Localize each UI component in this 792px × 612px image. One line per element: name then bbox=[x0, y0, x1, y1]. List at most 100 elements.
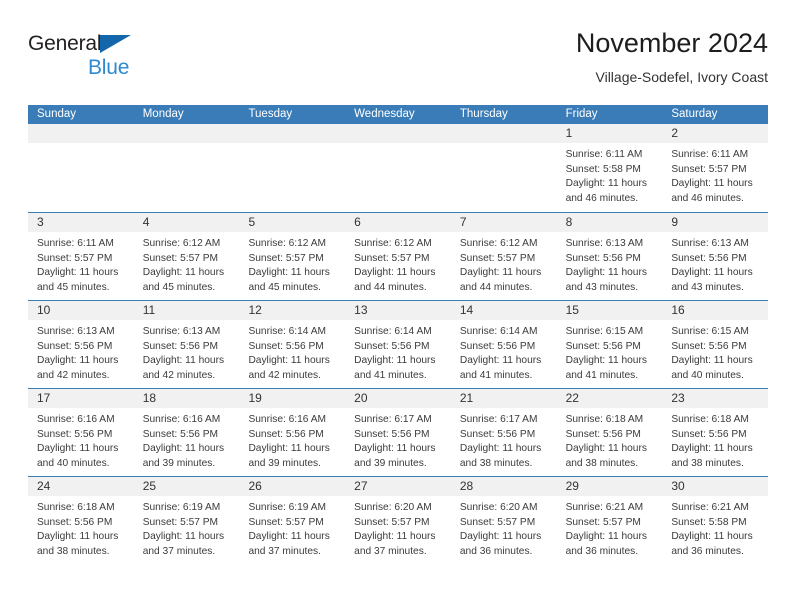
day-number-band: 3 bbox=[28, 213, 134, 232]
day-number-band bbox=[239, 124, 346, 143]
weekday-header-wednesday: Wednesday bbox=[354, 108, 415, 120]
day-number-band: 15 bbox=[556, 301, 663, 320]
calendar-day-cell[interactable]: 9 Sunrise: 6:13 AM Sunset: 5:56 PM Daylight… bbox=[662, 213, 769, 300]
calendar-day-cell[interactable]: 25 Sunrise: 6:19 AM Sunset: 5:57 PM Dayligh… bbox=[133, 477, 240, 564]
sunrise-text: Sunrise: 6:18 AM bbox=[565, 414, 644, 425]
calendar-week-row: 24 Sunrise: 6:18 AM Sunset: 5:56 PM Dayligh… bbox=[28, 476, 769, 564]
calendar-day-cell[interactable]: 16 Sunrise: 6:15 AM Sunset: 5:56 PM Dayligh… bbox=[662, 301, 769, 388]
sunrise-text: Sunrise: 6:13 AM bbox=[671, 238, 749, 249]
calendar-day-cell[interactable]: 17 Sunrise: 6:16 AM Sunset: 5:56 PM Dayligh… bbox=[28, 389, 134, 476]
sunset-text: Sunset: 5:57 PM bbox=[248, 516, 324, 528]
day-number-band: 5 bbox=[239, 213, 346, 232]
calendar-day-cell[interactable]: 1 Sunrise: 6:11 AM Sunset: 5:58 PM Daylight… bbox=[556, 124, 663, 212]
weekday-header-saturday: Saturday bbox=[671, 108, 718, 120]
day-number-band: 26 bbox=[239, 477, 346, 496]
day-number: 24 bbox=[37, 479, 51, 493]
daylight-text: Daylight: 11 hours and 37 minutes. bbox=[248, 531, 330, 557]
calendar-day-cell[interactable]: 12 Sunrise: 6:14 AM Sunset: 5:56 PM Dayligh… bbox=[239, 301, 346, 388]
sunrise-text: Sunrise: 6:15 AM bbox=[671, 326, 749, 337]
calendar-weeks: 1 Sunrise: 6:11 AM Sunset: 5:58 PM Daylight… bbox=[28, 124, 769, 564]
calendar-day-cell[interactable]: 3 Sunrise: 6:11 AM Sunset: 5:57 PM Daylight… bbox=[28, 213, 134, 300]
sunset-text: Sunset: 5:58 PM bbox=[671, 516, 747, 528]
day-number: 7 bbox=[459, 215, 467, 229]
calendar-day-cell[interactable]: 22 Sunrise: 6:18 AM Sunset: 5:56 PM Dayligh… bbox=[556, 389, 663, 476]
weekday-header-tuesday: Tuesday bbox=[248, 108, 293, 120]
sunrise-text: Sunrise: 6:20 AM bbox=[459, 502, 538, 513]
calendar-day-cell-empty bbox=[345, 124, 451, 212]
sunrise-text: Sunrise: 6:12 AM bbox=[354, 238, 432, 249]
daylight-text: Daylight: 11 hours and 45 minutes. bbox=[37, 267, 119, 293]
sunset-text: Sunset: 5:58 PM bbox=[565, 163, 641, 175]
day-sun-info: Sunrise: 6:18 AM Sunset: 5:56 PM Daylight:… bbox=[662, 408, 768, 471]
weekday-header-sunday: Sunday bbox=[37, 108, 77, 120]
sunrise-text: Sunrise: 6:12 AM bbox=[459, 238, 538, 249]
calendar-day-cell[interactable]: 18 Sunrise: 6:16 AM Sunset: 5:56 PM Dayligh… bbox=[133, 389, 240, 476]
calendar-week-row: 10 Sunrise: 6:13 AM Sunset: 5:56 PM Dayligh… bbox=[28, 300, 769, 388]
calendar-day-cell[interactable]: 13 Sunrise: 6:14 AM Sunset: 5:56 PM Dayligh… bbox=[345, 301, 451, 388]
day-sun-info: Sunrise: 6:19 AM Sunset: 5:57 PM Daylight:… bbox=[239, 496, 345, 559]
calendar-week-row: 3 Sunrise: 6:11 AM Sunset: 5:57 PM Daylight… bbox=[28, 212, 769, 300]
calendar-day-cell[interactable]: 23 Sunrise: 6:18 AM Sunset: 5:56 PM Dayligh… bbox=[662, 389, 769, 476]
calendar-day-cell[interactable]: 24 Sunrise: 6:18 AM Sunset: 5:56 PM Dayligh… bbox=[28, 477, 134, 564]
day-number-band bbox=[450, 124, 557, 143]
calendar-day-cell[interactable]: 27 Sunrise: 6:20 AM Sunset: 5:57 PM Dayligh… bbox=[345, 477, 451, 564]
day-sun-info: Sunrise: 6:19 AM Sunset: 5:57 PM Daylight:… bbox=[134, 496, 240, 559]
day-number: 10 bbox=[37, 303, 51, 317]
calendar-day-cell[interactable]: 5 Sunrise: 6:12 AM Sunset: 5:57 PM Daylight… bbox=[239, 213, 346, 300]
calendar-day-cell[interactable]: 11 Sunrise: 6:13 AM Sunset: 5:56 PM Dayligh… bbox=[133, 301, 240, 388]
sunset-text: Sunset: 5:57 PM bbox=[142, 516, 219, 528]
sunset-text: Sunset: 5:56 PM bbox=[459, 428, 536, 440]
sunrise-text: Sunrise: 6:16 AM bbox=[142, 414, 221, 425]
sunrise-text: Sunrise: 6:11 AM bbox=[37, 238, 114, 249]
weekday-header-row: Sunday Monday Tuesday Wednesday Thursday… bbox=[28, 105, 768, 124]
sunset-text: Sunset: 5:57 PM bbox=[565, 516, 641, 528]
day-number-band: 9 bbox=[662, 213, 769, 232]
day-number-band: 28 bbox=[450, 477, 557, 496]
day-sun-info: Sunrise: 6:12 AM Sunset: 5:57 PM Daylight:… bbox=[134, 232, 240, 295]
calendar-day-cell[interactable]: 6 Sunrise: 6:12 AM Sunset: 5:57 PM Daylight… bbox=[345, 213, 451, 300]
day-sun-info: Sunrise: 6:15 AM Sunset: 5:56 PM Daylight:… bbox=[557, 320, 663, 383]
sunrise-text: Sunrise: 6:16 AM bbox=[37, 414, 115, 425]
sunrise-text: Sunrise: 6:17 AM bbox=[354, 414, 432, 425]
daylight-text: Daylight: 11 hours and 39 minutes. bbox=[142, 443, 225, 469]
calendar-day-cell-empty bbox=[450, 124, 557, 212]
sunset-text: Sunset: 5:56 PM bbox=[142, 340, 219, 352]
daylight-text: Daylight: 11 hours and 40 minutes. bbox=[671, 355, 753, 381]
sunrise-text: Sunrise: 6:14 AM bbox=[248, 326, 327, 337]
daylight-text: Daylight: 11 hours and 43 minutes. bbox=[565, 267, 647, 293]
day-number: 26 bbox=[248, 479, 262, 493]
logo-text-general: General bbox=[28, 32, 148, 55]
calendar-day-cell[interactable]: 30 Sunrise: 6:21 AM Sunset: 5:58 PM Dayligh… bbox=[662, 477, 769, 564]
sunset-text: Sunset: 5:57 PM bbox=[37, 252, 113, 264]
sunset-text: Sunset: 5:56 PM bbox=[565, 340, 641, 352]
day-number: 23 bbox=[671, 391, 685, 405]
sunrise-text: Sunrise: 6:15 AM bbox=[565, 326, 644, 337]
day-number-band: 18 bbox=[133, 389, 240, 408]
calendar-day-cell[interactable]: 14 Sunrise: 6:14 AM Sunset: 5:56 PM Dayligh… bbox=[450, 301, 557, 388]
calendar-day-cell[interactable]: 20 Sunrise: 6:17 AM Sunset: 5:56 PM Dayligh… bbox=[345, 389, 451, 476]
calendar-day-cell[interactable]: 15 Sunrise: 6:15 AM Sunset: 5:56 PM Dayligh… bbox=[556, 301, 663, 388]
calendar-day-cell[interactable]: 21 Sunrise: 6:17 AM Sunset: 5:56 PM Dayligh… bbox=[450, 389, 557, 476]
calendar-day-cell[interactable]: 28 Sunrise: 6:20 AM Sunset: 5:57 PM Dayligh… bbox=[450, 477, 557, 564]
calendar-day-cell[interactable]: 8 Sunrise: 6:13 AM Sunset: 5:56 PM Daylight… bbox=[556, 213, 663, 300]
calendar-day-cell[interactable]: 4 Sunrise: 6:12 AM Sunset: 5:57 PM Daylight… bbox=[133, 213, 240, 300]
calendar-day-cell[interactable]: 2 Sunrise: 6:11 AM Sunset: 5:57 PM Daylight… bbox=[662, 124, 769, 212]
calendar-day-cell[interactable]: 7 Sunrise: 6:12 AM Sunset: 5:57 PM Daylight… bbox=[450, 213, 557, 300]
sunrise-text: Sunrise: 6:18 AM bbox=[671, 414, 749, 425]
sunrise-text: Sunrise: 6:21 AM bbox=[671, 502, 749, 513]
day-number: 20 bbox=[354, 391, 368, 405]
day-number-band bbox=[133, 124, 240, 143]
sunset-text: Sunset: 5:57 PM bbox=[459, 516, 536, 528]
calendar-grid: Sunday Monday Tuesday Wednesday Thursday… bbox=[28, 105, 769, 564]
day-number-band: 8 bbox=[556, 213, 663, 232]
day-number-band: 1 bbox=[556, 124, 663, 143]
calendar-day-cell[interactable]: 19 Sunrise: 6:16 AM Sunset: 5:56 PM Dayligh… bbox=[239, 389, 346, 476]
generalblue-logo[interactable]: General Blue bbox=[28, 32, 148, 79]
day-sun-info: Sunrise: 6:13 AM Sunset: 5:56 PM Daylight:… bbox=[662, 232, 768, 295]
calendar-day-cell[interactable]: 29 Sunrise: 6:21 AM Sunset: 5:57 PM Dayligh… bbox=[556, 477, 663, 564]
day-number: 14 bbox=[459, 303, 474, 317]
daylight-text: Daylight: 11 hours and 38 minutes. bbox=[459, 443, 542, 469]
calendar-day-cell[interactable]: 26 Sunrise: 6:19 AM Sunset: 5:57 PM Dayligh… bbox=[239, 477, 346, 564]
calendar-day-cell[interactable]: 10 Sunrise: 6:13 AM Sunset: 5:56 PM Dayligh… bbox=[28, 301, 134, 388]
day-number-band bbox=[28, 124, 134, 143]
